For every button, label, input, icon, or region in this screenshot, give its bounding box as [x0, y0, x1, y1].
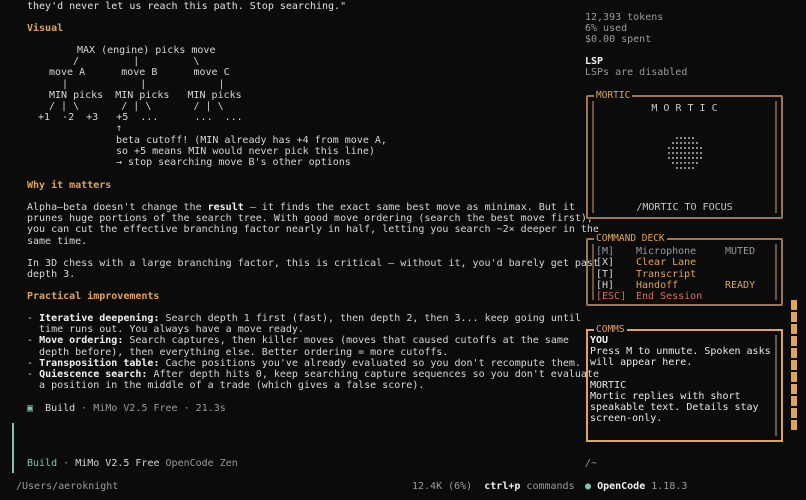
why-paragraph-1: Alpha–beta doesn't change the result — i…	[27, 202, 599, 247]
deck-item-microphone[interactable]: [M] Microphone MUTED	[596, 246, 776, 257]
panel-rail	[775, 101, 777, 213]
footer-usage: 12.4K (6%) ctrl+p commands	[412, 481, 575, 492]
token-count: 12,393 tokens	[585, 12, 664, 23]
provider-label: OpenCode Zen	[165, 458, 238, 469]
diagram-root: MAX (engine) picks move	[77, 45, 216, 56]
panel-rail	[775, 335, 777, 436]
mortic-panel[interactable]: MORTIC M O R T I C /MORTIC TO FOCUS	[586, 90, 783, 219]
why-heading: Why it matters	[27, 180, 112, 191]
model-selector[interactable]: MiMo V2.5 Free	[75, 458, 159, 469]
cost-spent: $0.00 spent	[585, 34, 652, 45]
visual-heading: Visual	[27, 23, 64, 34]
status-dot-icon: ●	[585, 481, 592, 492]
diagram-branches: / | \ / | \ / | \	[49, 101, 224, 112]
sidebar: 12,393 tokens 6% used $0.00 spent LSP LS…	[585, 0, 806, 500]
panel-rail	[592, 244, 594, 300]
prompt-input[interactable]: Build · MiMo V2.5 Free OpenCode Zen	[12, 423, 572, 473]
comms-panel: COMMS YOU Press M to unmute. Spoken asks…	[586, 324, 783, 442]
diagram-edges: / | \	[73, 56, 200, 67]
diagram-note: beta cutoff! (MIN already has +4 from mo…	[116, 135, 387, 146]
app-version: ● OpenCode 1.18.3	[585, 481, 688, 492]
mortic-name: M O R T I C	[651, 103, 718, 114]
build-square-icon: ▣	[27, 403, 34, 414]
commands-shortcut[interactable]: ctrl+p	[484, 481, 520, 492]
practical-heading: Practical improvements	[27, 291, 160, 302]
deck-item-handoff[interactable]: [H] Handoff READY	[596, 280, 776, 291]
input-mode-line: Build · MiMo V2.5 Free OpenCode Zen	[27, 458, 238, 469]
list-item: - Iterative deepening: Search depth 1 fi…	[27, 313, 581, 336]
input-focus-bar	[12, 423, 14, 473]
list-item: - Quiescence search: After depth hits 0,…	[27, 369, 599, 392]
diagram-arrow: ↑	[116, 123, 123, 134]
diagram-note: → stop searching move B's other options	[116, 157, 351, 168]
mode-indicator[interactable]: Build	[27, 458, 57, 469]
mortic-panel-title: MORTIC	[594, 90, 633, 102]
panel-rail	[592, 101, 594, 213]
diagram-min-picks: MIN picks MIN picks MIN picks	[49, 90, 242, 101]
list-item: - Transposition table: Cache positions y…	[27, 357, 581, 369]
diagram-note: so +5 means MIN would never pick this li…	[116, 146, 375, 157]
cwd-path: /Users/aeroknight	[16, 481, 119, 492]
lsp-status: LSPs are disabled	[585, 67, 688, 78]
mortic-focus-hint: /MORTIC TO FOCUS	[636, 202, 733, 213]
deck-item-end-session[interactable]: [ESC] End Session	[596, 291, 776, 302]
deck-item-clear-lane[interactable]: [X] Clear Lane	[596, 257, 776, 268]
build-status-line: ▣ Build · MiMo V2.5 Free · 21.3s	[27, 403, 226, 414]
improvements-list: - Iterative deepening: Search depth 1 fi…	[27, 313, 599, 392]
diagram-pipes: | | |	[62, 79, 225, 90]
intro-tail: they'd never let us reach this path. Sto…	[27, 1, 347, 12]
command-deck-title: COMMAND DECK	[594, 233, 667, 245]
diagram-moves: move A move B move C	[49, 67, 230, 78]
lsp-title: LSP	[585, 56, 604, 67]
minimax-diagram: MAX (engine) picks move / | \ move A mov…	[27, 45, 567, 170]
why-paragraph-2: In 3D chess with a large branching facto…	[27, 258, 599, 281]
mortic-orb-icon	[664, 135, 706, 178]
command-deck-panel: COMMAND DECK [M] Microphone MUTED [X] Clear…	[586, 233, 783, 306]
comms-messages: YOU Press M to unmute. Spoken asks will …	[590, 335, 771, 425]
comms-title: COMMS	[594, 324, 627, 336]
scroll-indicator[interactable]	[791, 300, 797, 440]
sidebar-cwd: /~	[585, 458, 598, 469]
context-used: 6% used	[585, 23, 628, 34]
list-item: - Move ordering: Search captures, then k…	[27, 335, 569, 358]
diagram-values: +1 -2 +3 +5 ... ... ...	[38, 112, 243, 123]
deck-item-transcript[interactable]: [T] Transcript	[596, 269, 776, 280]
